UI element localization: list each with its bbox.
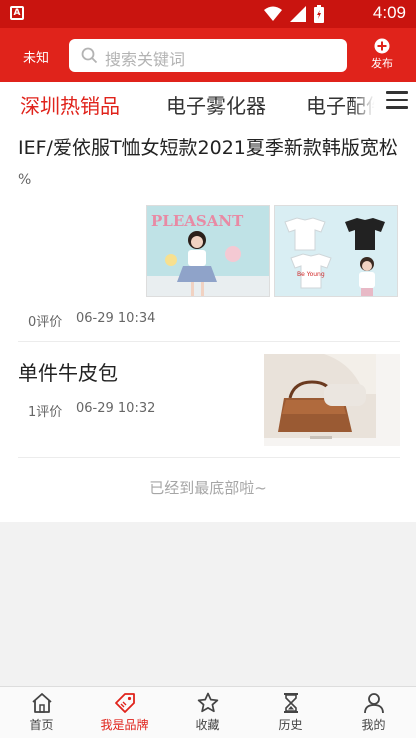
publish-label: 发布 xyxy=(371,57,393,70)
nav-label: 我是品牌 xyxy=(100,718,149,732)
review-count: 1评价 xyxy=(28,405,63,420)
status-bar: A 4:09 xyxy=(0,0,416,28)
location-selector[interactable]: 未知 xyxy=(23,47,49,66)
user-icon xyxy=(363,693,384,714)
item-subtitle: % xyxy=(18,172,32,188)
tab-e-atomizer[interactable]: 电子雾化器 xyxy=(166,90,266,119)
bottom-nav: 首页 我是品牌 收藏 历史 我的 xyxy=(0,686,416,738)
product-list: IEF/爱依服T恤女短款2021夏季新款韩版宽松 % PLEASANT Be Y… xyxy=(0,122,416,522)
list-item[interactable]: 单件牛皮包 1评价 06-29 10:32 xyxy=(18,342,400,458)
star-icon xyxy=(197,692,218,713)
end-of-list-text: 已经到最底部啦~ xyxy=(149,479,267,497)
svg-text:PLEASANT: PLEASANT xyxy=(151,212,244,230)
tab-shenzhen-hot[interactable]: 深圳热销品 xyxy=(20,90,120,119)
nav-history[interactable]: 历史 xyxy=(249,691,332,733)
app-header: 未知 搜索关键词 发布 xyxy=(0,28,416,82)
nav-label: 收藏 xyxy=(195,718,220,732)
product-image[interactable] xyxy=(264,354,400,446)
nav-label: 历史 xyxy=(278,718,303,732)
post-time: 06-29 10:34 xyxy=(76,311,156,326)
post-time: 06-29 10:32 xyxy=(76,401,156,416)
tag-icon xyxy=(114,693,135,713)
app-badge-icon: A xyxy=(10,6,24,20)
home-icon xyxy=(31,693,52,713)
signal-icon xyxy=(290,6,306,22)
product-image[interactable]: PLEASANT xyxy=(146,205,270,297)
product-photo-illustration xyxy=(264,354,400,446)
nav-home[interactable]: 首页 xyxy=(0,691,83,733)
status-time: 4:09 xyxy=(372,3,406,22)
nav-brand[interactable]: 我是品牌 xyxy=(83,691,166,733)
plus-circle-icon xyxy=(374,38,390,54)
nav-label: 我的 xyxy=(361,718,386,732)
nav-favorites[interactable]: 收藏 xyxy=(166,691,249,733)
search-placeholder: 搜索关键词 xyxy=(105,50,186,69)
nav-profile[interactable]: 我的 xyxy=(332,691,415,733)
hourglass-icon xyxy=(283,693,298,713)
wifi-icon xyxy=(264,6,282,21)
search-icon xyxy=(81,47,98,64)
item-title: IEF/爱依服T恤女短款2021夏季新款韩版宽松 xyxy=(18,137,398,159)
product-photo-illustration: Be Young xyxy=(275,206,397,296)
product-image[interactable]: Be Young xyxy=(274,205,398,297)
menu-icon[interactable] xyxy=(386,91,408,111)
review-count: 0评价 xyxy=(28,315,63,330)
list-item[interactable]: IEF/爱依服T恤女短款2021夏季新款韩版宽松 % PLEASANT Be Y… xyxy=(18,122,400,342)
item-title: 单件牛皮包 xyxy=(18,361,118,385)
svg-text:Be Young: Be Young xyxy=(297,271,325,278)
category-tabs: 深圳热销品 电子雾化器 电子配件 xyxy=(0,82,416,122)
publish-button[interactable]: 发布 xyxy=(365,38,399,71)
product-photo-illustration: PLEASANT xyxy=(147,206,269,296)
search-bar[interactable]: 搜索关键词 xyxy=(69,39,347,72)
nav-label: 首页 xyxy=(29,718,54,732)
battery-icon xyxy=(314,5,324,23)
